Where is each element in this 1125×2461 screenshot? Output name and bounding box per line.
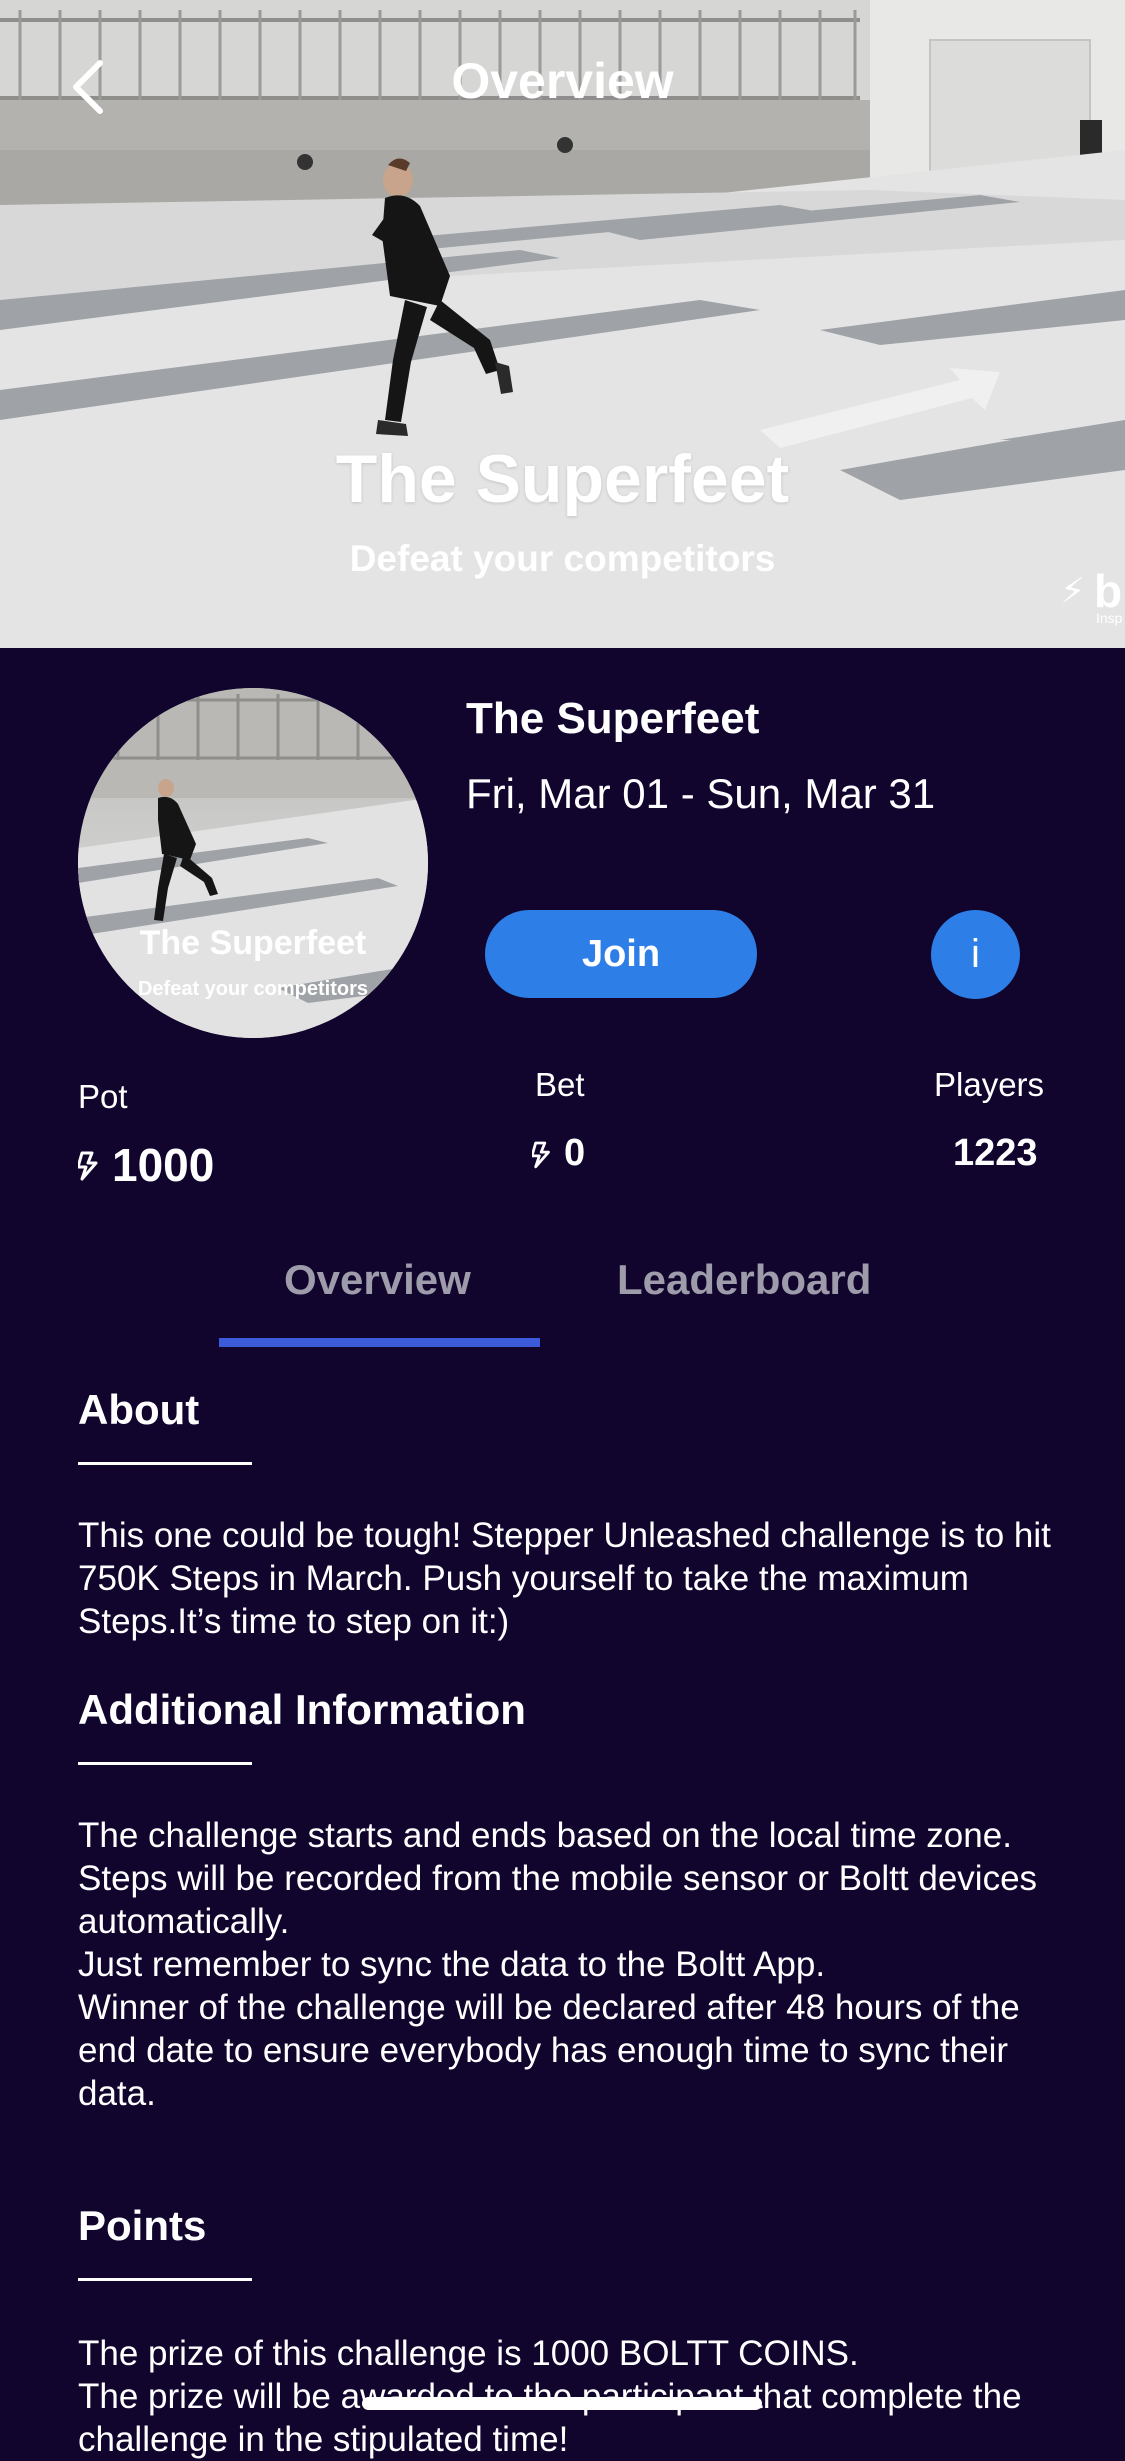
challenge-avatar: The Superfeet Defeat your competitors (78, 688, 428, 1038)
about-text: This one could be tough! Stepper Unleash… (78, 1514, 1068, 1643)
challenge-dates: Fri, Mar 01 - Sun, Mar 31 (466, 770, 936, 817)
additional-info-divider (78, 1762, 252, 1765)
info-button[interactable]: i (931, 910, 1020, 999)
points-line: The prize of this challenge is 1000 BOLT… (78, 2334, 859, 2373)
home-indicator[interactable] (362, 2397, 762, 2410)
active-tab-indicator (219, 1338, 540, 1347)
additional-line: Just remember to sync the data to the Bo… (78, 1945, 826, 1984)
nav-title: Overview (451, 53, 674, 109)
hero-subtitle: Defeat your competitors (349, 538, 776, 579)
additional-line: Winner of the challenge will be declared… (78, 1988, 1020, 2113)
tab-overview[interactable]: Overview (284, 1256, 471, 1304)
bet-amount: 0 (564, 1132, 586, 1174)
boltt-coin-icon (78, 1151, 98, 1181)
brand-watermark: ⚡ b Insp (1058, 560, 1125, 640)
about-divider (78, 1462, 252, 1465)
players-label: Players (934, 1066, 1045, 1103)
bet-value: 0 (532, 1132, 585, 1175)
about-body: This one could be tough! Stepper Unleash… (78, 1516, 1051, 1641)
pot-value: 1000 (78, 1138, 214, 1192)
pot-label: Pot (78, 1078, 128, 1115)
tab-leaderboard[interactable]: Leaderboard (617, 1256, 871, 1304)
additional-info-text: The challenge starts and ends based on t… (78, 1814, 1068, 2115)
additional-line: The challenge starts and ends based on t… (78, 1816, 1012, 1855)
boltt-coin-icon (532, 1141, 550, 1168)
players-value: 1223 (953, 1132, 1038, 1174)
join-button[interactable]: Join (485, 910, 757, 998)
hero-title: The Superfeet (335, 441, 790, 517)
challenge-name: The Superfeet (466, 694, 760, 743)
info-icon: i (971, 932, 980, 976)
points-divider (78, 2278, 252, 2281)
lightning-icon: ⚡ (1060, 570, 1086, 611)
additional-line: Steps will be recorded from the mobile s… (78, 1859, 1038, 1941)
avatar-subtitle: Defeat your competitors (137, 978, 369, 1000)
pot-amount: 1000 (112, 1139, 215, 1191)
bet-label: Bet (535, 1066, 585, 1103)
additional-info-heading: Additional Information (78, 1686, 526, 1733)
avatar-title: The Superfeet (139, 924, 367, 962)
about-heading: About (78, 1386, 200, 1433)
hero-banner: Overview The Superfeet Defeat your compe… (0, 0, 1125, 648)
points-line: The prize will be awarded to the partici… (78, 2377, 1022, 2459)
points-heading: Points (78, 2202, 207, 2249)
brand-tagline: Insp (1096, 610, 1123, 626)
